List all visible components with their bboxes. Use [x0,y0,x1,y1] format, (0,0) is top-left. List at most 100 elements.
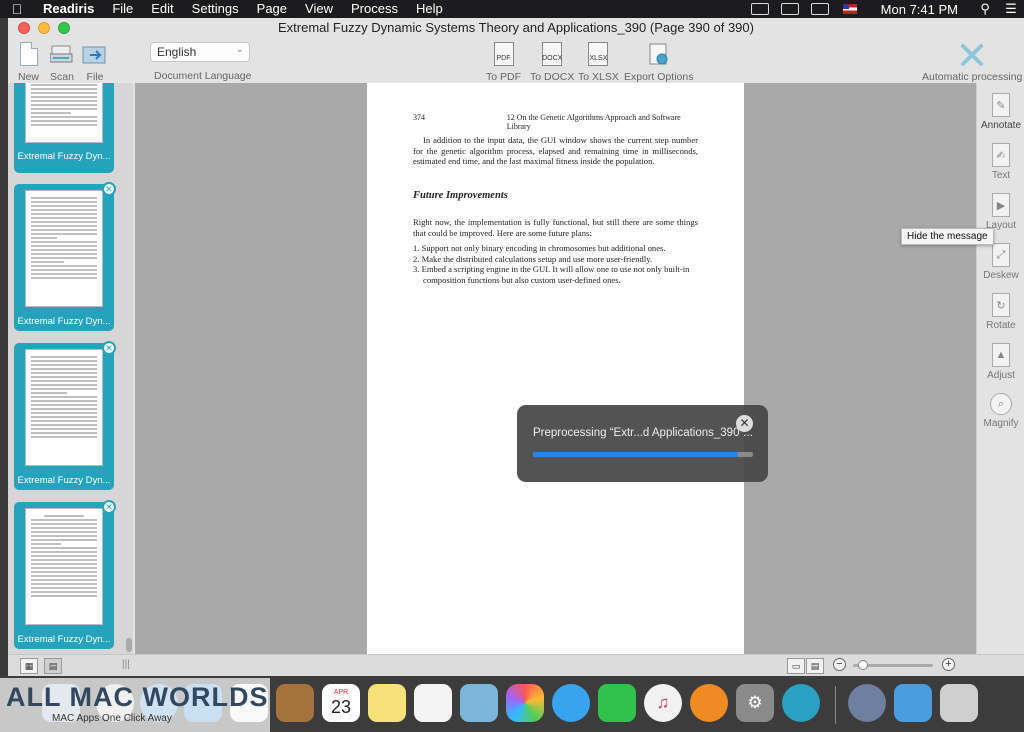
thumbnail-card[interactable]: Extremal Fuzzy Dyn... [14,83,114,173]
to-xlsx-button[interactable]: XLSX To XLSX [578,40,619,83]
menu-edit[interactable]: Edit [142,0,182,18]
remove-page-icon[interactable]: ✕ [102,182,116,196]
layout-icon: ▶ [992,193,1010,217]
thumbnail-page-image [25,349,103,466]
thumbnail-card[interactable]: ✕ Extremal Fuzzy Dyn... [14,182,116,331]
close-popup-icon[interactable]: ✕ [736,415,753,432]
menu-help[interactable]: Help [407,0,452,18]
annotate-icon: ✎ [992,93,1010,117]
deskew-button[interactable]: ⤢ Deskew [977,243,1024,281]
page-number: 374 [413,113,425,122]
menu-page[interactable]: Page [248,0,296,18]
display-mirror-icon[interactable] [810,3,829,15]
sidebar-scrollbar[interactable] [126,638,132,652]
calendar-icon[interactable]: APR 23 [322,684,360,722]
trash-icon[interactable] [940,684,978,722]
pdf-file-icon: PDF [493,42,514,66]
thumbnail-card[interactable]: ✕ Extremal Fuzzy Dyn... [14,341,116,490]
page-header: 374 12 On the Genetic Algorithms Approac… [413,113,698,131]
window-title: Extremal Fuzzy Dynamic Systems Theory an… [278,20,754,35]
zoom-out-button[interactable]: − [833,658,846,671]
spotlight-search-icon[interactable]: ⚲ [972,1,998,17]
itunes-icon[interactable]: ♫ [644,684,682,722]
docx-file-icon: DOCX [542,42,562,66]
list-item: 3. Embed a scripting engine in the GUI. … [413,264,690,285]
document-language-select[interactable]: English ⌄ [150,42,250,62]
new-button[interactable]: New [18,40,39,83]
to-pdf-button[interactable]: PDF To PDF [486,40,521,83]
export-gear-icon [649,43,668,65]
preprocessing-popup: Preprocessing “Extr...d Applications_390… [517,405,768,482]
sync-icon[interactable] [780,3,799,15]
new-document-icon [19,42,38,66]
ibooks-icon[interactable] [690,684,728,722]
magnify-button[interactable]: ⌕ Magnify [977,393,1024,429]
zoom-slider-knob[interactable] [857,660,868,670]
watermark-title: ALL MAC WORLDS [6,682,269,712]
notification-center-icon[interactable]: ☰ [998,1,1024,17]
page-thumbnail-sidebar: Extremal Fuzzy Dyn... ✕ Extremal Fuzzy D… [8,83,133,654]
to-xlsx-label: To XLSX [578,71,619,83]
file-label: File [86,71,104,83]
grid-view-icon[interactable]: ▦ [20,658,38,674]
messages-icon[interactable] [552,684,590,722]
menubar-clock[interactable]: Mon 7:41 PM [865,2,972,17]
downloads-stack-icon[interactable] [848,684,886,722]
export-options-button[interactable]: Export Options [624,40,693,83]
scanner-icon [50,45,73,63]
rotate-button[interactable]: ↻ Rotate [977,293,1024,331]
us-flag-icon[interactable] [842,4,857,14]
single-page-icon[interactable]: ▭ [787,658,805,674]
preview-icon[interactable] [460,684,498,722]
page-layout-icon[interactable]: ▤ [806,658,824,674]
readiris-icon[interactable] [782,684,820,722]
new-label: New [18,71,40,83]
list-item: 1. Support not only binary encoding in c… [413,243,666,253]
scan-button[interactable]: Scan [50,40,74,83]
progress-bar [533,452,753,457]
automatic-processing-button[interactable]: Automatic processing [922,40,1022,83]
zoom-in-button[interactable]: + [942,658,955,671]
notes-icon[interactable] [368,684,406,722]
to-docx-button[interactable]: DOCX To DOCX [530,40,574,83]
xlsx-file-icon: XLSX [588,42,609,66]
remove-page-icon[interactable]: ✕ [102,500,116,514]
text-button[interactable]: ✍ Text [977,143,1024,181]
document-view[interactable]: 374 12 On the Genetic Algorithms Approac… [135,83,976,654]
folder-icon[interactable] [894,684,932,722]
automatic-processing-label: Automatic processing [922,71,1023,83]
photos-icon[interactable] [506,684,544,722]
future-plans-list: 1. Support not only binary encoding in c… [413,243,698,285]
adjust-button[interactable]: ▲ Adjust [977,343,1024,381]
sidebar-resize-handle[interactable]: ||| [122,659,130,670]
thumbnail-page-image [25,83,103,143]
remove-page-icon[interactable]: ✕ [102,341,116,355]
thumbnail-card[interactable]: ✕ Extremal Fuzzy Dyn... [14,500,116,649]
menu-file[interactable]: File [103,0,142,18]
file-button[interactable]: File [82,40,108,83]
layout-button[interactable]: ▶ Layout [977,193,1024,231]
document-language-label: Document Language [154,70,252,82]
list-view-icon[interactable]: ▤ [44,658,62,674]
zoom-window-button[interactable] [58,22,70,34]
facetime-icon[interactable] [598,684,636,722]
menu-app-name[interactable]: Readiris [34,0,103,18]
annotate-button[interactable]: ✎ Annotate [977,93,1024,131]
screen-icon[interactable] [750,3,769,15]
export-options-label: Export Options [624,71,694,83]
automatic-processing-icon [961,44,984,66]
menu-view[interactable]: View [296,0,342,18]
thumbnail-page-image [25,190,103,307]
document-page: 374 12 On the Genetic Algorithms Approac… [367,83,744,654]
reminders-icon[interactable] [414,684,452,722]
hide-message-tooltip: Hide the message [901,228,994,245]
apple-menu-icon[interactable]:  [0,1,34,17]
contacts-icon[interactable] [276,684,314,722]
menu-process[interactable]: Process [342,0,407,18]
minimize-window-button[interactable] [38,22,50,34]
paragraph: Right now, the implementation is fully f… [413,217,698,238]
close-window-button[interactable] [18,22,30,34]
system-preferences-icon[interactable]: ⚙ [736,684,774,722]
menu-settings[interactable]: Settings [183,0,248,18]
list-item: 2. Make the distributed calculations set… [413,253,653,264]
